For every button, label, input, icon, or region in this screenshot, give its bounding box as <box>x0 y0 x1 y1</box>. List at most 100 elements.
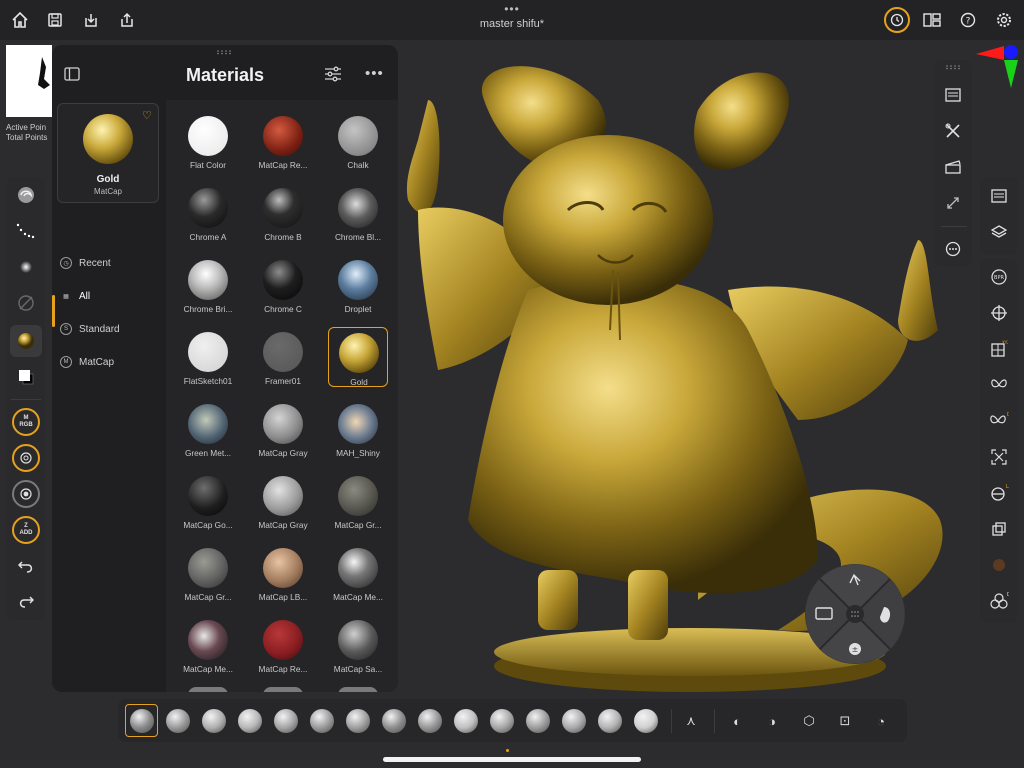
save-icon[interactable] <box>43 8 67 32</box>
brush-icon[interactable] <box>202 709 226 733</box>
perspective-icon[interactable]: LF <box>986 480 1012 506</box>
material-tile[interactable]: MatCap Sa... <box>328 615 388 675</box>
orientation-axes-icon[interactable] <box>974 40 1024 90</box>
brush-icon[interactable] <box>490 709 514 733</box>
cube-icon[interactable]: ⬡ <box>798 710 820 732</box>
frame-icon[interactable] <box>986 444 1012 470</box>
category-recent[interactable]: ◷ Recent <box>60 252 160 274</box>
mrgb-button[interactable]: M RGB <box>12 408 40 436</box>
brush-icon[interactable] <box>346 709 370 733</box>
palette-menu-icon[interactable] <box>940 82 966 108</box>
redo-icon[interactable] <box>12 587 40 615</box>
draw-size-dial[interactable] <box>12 444 40 472</box>
zadd-button[interactable]: Z ADD <box>12 516 40 544</box>
brush-icon[interactable] <box>166 709 190 733</box>
layers-icon[interactable] <box>986 219 1012 245</box>
home-indicator[interactable] <box>383 757 641 762</box>
brush-icon[interactable] <box>238 709 262 733</box>
material-tile[interactable]: MatCap Gr... <box>328 471 388 531</box>
material-tile[interactable]: MatCap Gr... <box>178 543 238 603</box>
material-tile[interactable]: FlatSketch01 <box>178 327 238 387</box>
brush-icon[interactable] <box>310 709 334 733</box>
material-tile[interactable]: MatCap Gray <box>253 399 313 459</box>
material-tile[interactable]: Chalk <box>328 111 388 171</box>
material-gold-icon[interactable] <box>10 325 42 357</box>
brush-swirl-icon[interactable] <box>12 181 40 209</box>
quick-pie-menu[interactable]: ± <box>804 563 906 665</box>
frame-select-icon[interactable]: ⊡ <box>834 710 856 732</box>
texture-off-icon[interactable] <box>12 289 40 317</box>
material-tile[interactable]: Chrome Bl... <box>328 183 388 243</box>
material-tile[interactable]: Droplet <box>328 255 388 315</box>
gizmo-icon[interactable]: ⋏ <box>680 710 702 732</box>
select-icon[interactable]: ◑ <box>761 710 783 732</box>
gyro-icon[interactable] <box>986 300 1012 326</box>
layout-icon[interactable] <box>920 8 944 32</box>
current-material-card[interactable]: ♡ Gold MatCap <box>57 103 159 203</box>
brush-icon[interactable] <box>130 709 154 733</box>
material-tile[interactable]: Flat Color <box>178 111 238 171</box>
brush-icon[interactable] <box>526 709 550 733</box>
material-tile[interactable]: MatCap LB... <box>253 543 313 603</box>
share-icon[interactable] <box>115 8 139 32</box>
document-icon[interactable] <box>986 183 1012 209</box>
solo-icon[interactable]: D <box>986 588 1012 614</box>
material-tile-partial[interactable] <box>188 687 228 692</box>
movie-clapper-icon[interactable] <box>940 154 966 180</box>
inverse-icon[interactable]: ◔ <box>870 710 892 732</box>
material-tile[interactable]: Green Met... <box>178 399 238 459</box>
brush-icon[interactable] <box>274 709 298 733</box>
category-all[interactable]: ▦ All <box>60 285 160 307</box>
material-tile[interactable]: MatCap Go... <box>178 471 238 531</box>
material-tile[interactable]: Chrome B <box>253 183 313 243</box>
drag-handle-icon[interactable] <box>944 64 964 70</box>
material-tile[interactable]: Chrome Bri... <box>178 255 238 315</box>
brush-icon[interactable] <box>634 709 658 733</box>
material-tile[interactable]: Framer01 <box>253 327 313 387</box>
material-tile[interactable]: Chrome A <box>178 183 238 243</box>
brush-icon[interactable] <box>562 709 586 733</box>
more-options-icon[interactable]: ••• <box>365 65 384 82</box>
material-tile-partial[interactable] <box>263 687 303 692</box>
drag-handle-icon[interactable] <box>215 49 235 55</box>
settings-gear-icon[interactable] <box>992 8 1016 32</box>
material-tile[interactable]: MAH_Shiny <box>328 399 388 459</box>
window-dots[interactable]: ••• <box>0 2 1024 16</box>
dynamic-symmetry-icon[interactable]: D <box>986 408 1012 434</box>
bpr-icon[interactable]: BPR <box>986 264 1012 290</box>
transform-icon[interactable] <box>940 190 966 216</box>
category-matcap[interactable]: M MatCap <box>60 351 160 373</box>
import-icon[interactable] <box>79 8 103 32</box>
symmetry-butterfly-icon[interactable] <box>986 372 1012 398</box>
help-icon[interactable]: ? <box>956 8 980 32</box>
home-icon[interactable] <box>8 8 32 32</box>
favorite-heart-icon[interactable]: ♡ <box>142 109 152 122</box>
material-tile-partial[interactable] <box>338 687 378 692</box>
material-tile[interactable]: MatCap Me... <box>178 615 238 675</box>
document-thumbnail[interactable] <box>6 45 52 117</box>
texture-sphere-icon[interactable] <box>986 552 1012 578</box>
material-tile[interactable]: MatCap Re... <box>253 111 313 171</box>
material-tile[interactable]: MatCap Me... <box>328 543 388 603</box>
brush-icon[interactable] <box>382 709 406 733</box>
material-tile[interactable]: Chrome C <box>253 255 313 315</box>
intensity-dial[interactable] <box>12 480 40 508</box>
stroke-dots-icon[interactable] <box>12 217 40 245</box>
brush-icon[interactable] <box>418 709 442 733</box>
filter-sliders-icon[interactable] <box>324 66 342 86</box>
material-tile[interactable]: Gold <box>328 327 388 387</box>
xyz-frame-icon[interactable]: XYZ <box>986 336 1012 362</box>
material-tile[interactable]: MatCap Re... <box>253 615 313 675</box>
tools-icon[interactable] <box>940 118 966 144</box>
undo-icon[interactable] <box>12 552 40 580</box>
polyframe-icon[interactable] <box>986 516 1012 542</box>
history-icon[interactable] <box>884 7 910 33</box>
brush-icon[interactable] <box>454 709 478 733</box>
mask-icon[interactable]: ◐ <box>726 710 748 732</box>
more-circle-icon[interactable] <box>940 236 966 262</box>
brush-icon[interactable] <box>598 709 622 733</box>
color-swatch-icon[interactable] <box>12 363 40 391</box>
material-tile[interactable]: MatCap Gray <box>253 471 313 531</box>
alpha-dot-icon[interactable] <box>12 253 40 281</box>
category-standard[interactable]: S Standard <box>60 318 160 340</box>
